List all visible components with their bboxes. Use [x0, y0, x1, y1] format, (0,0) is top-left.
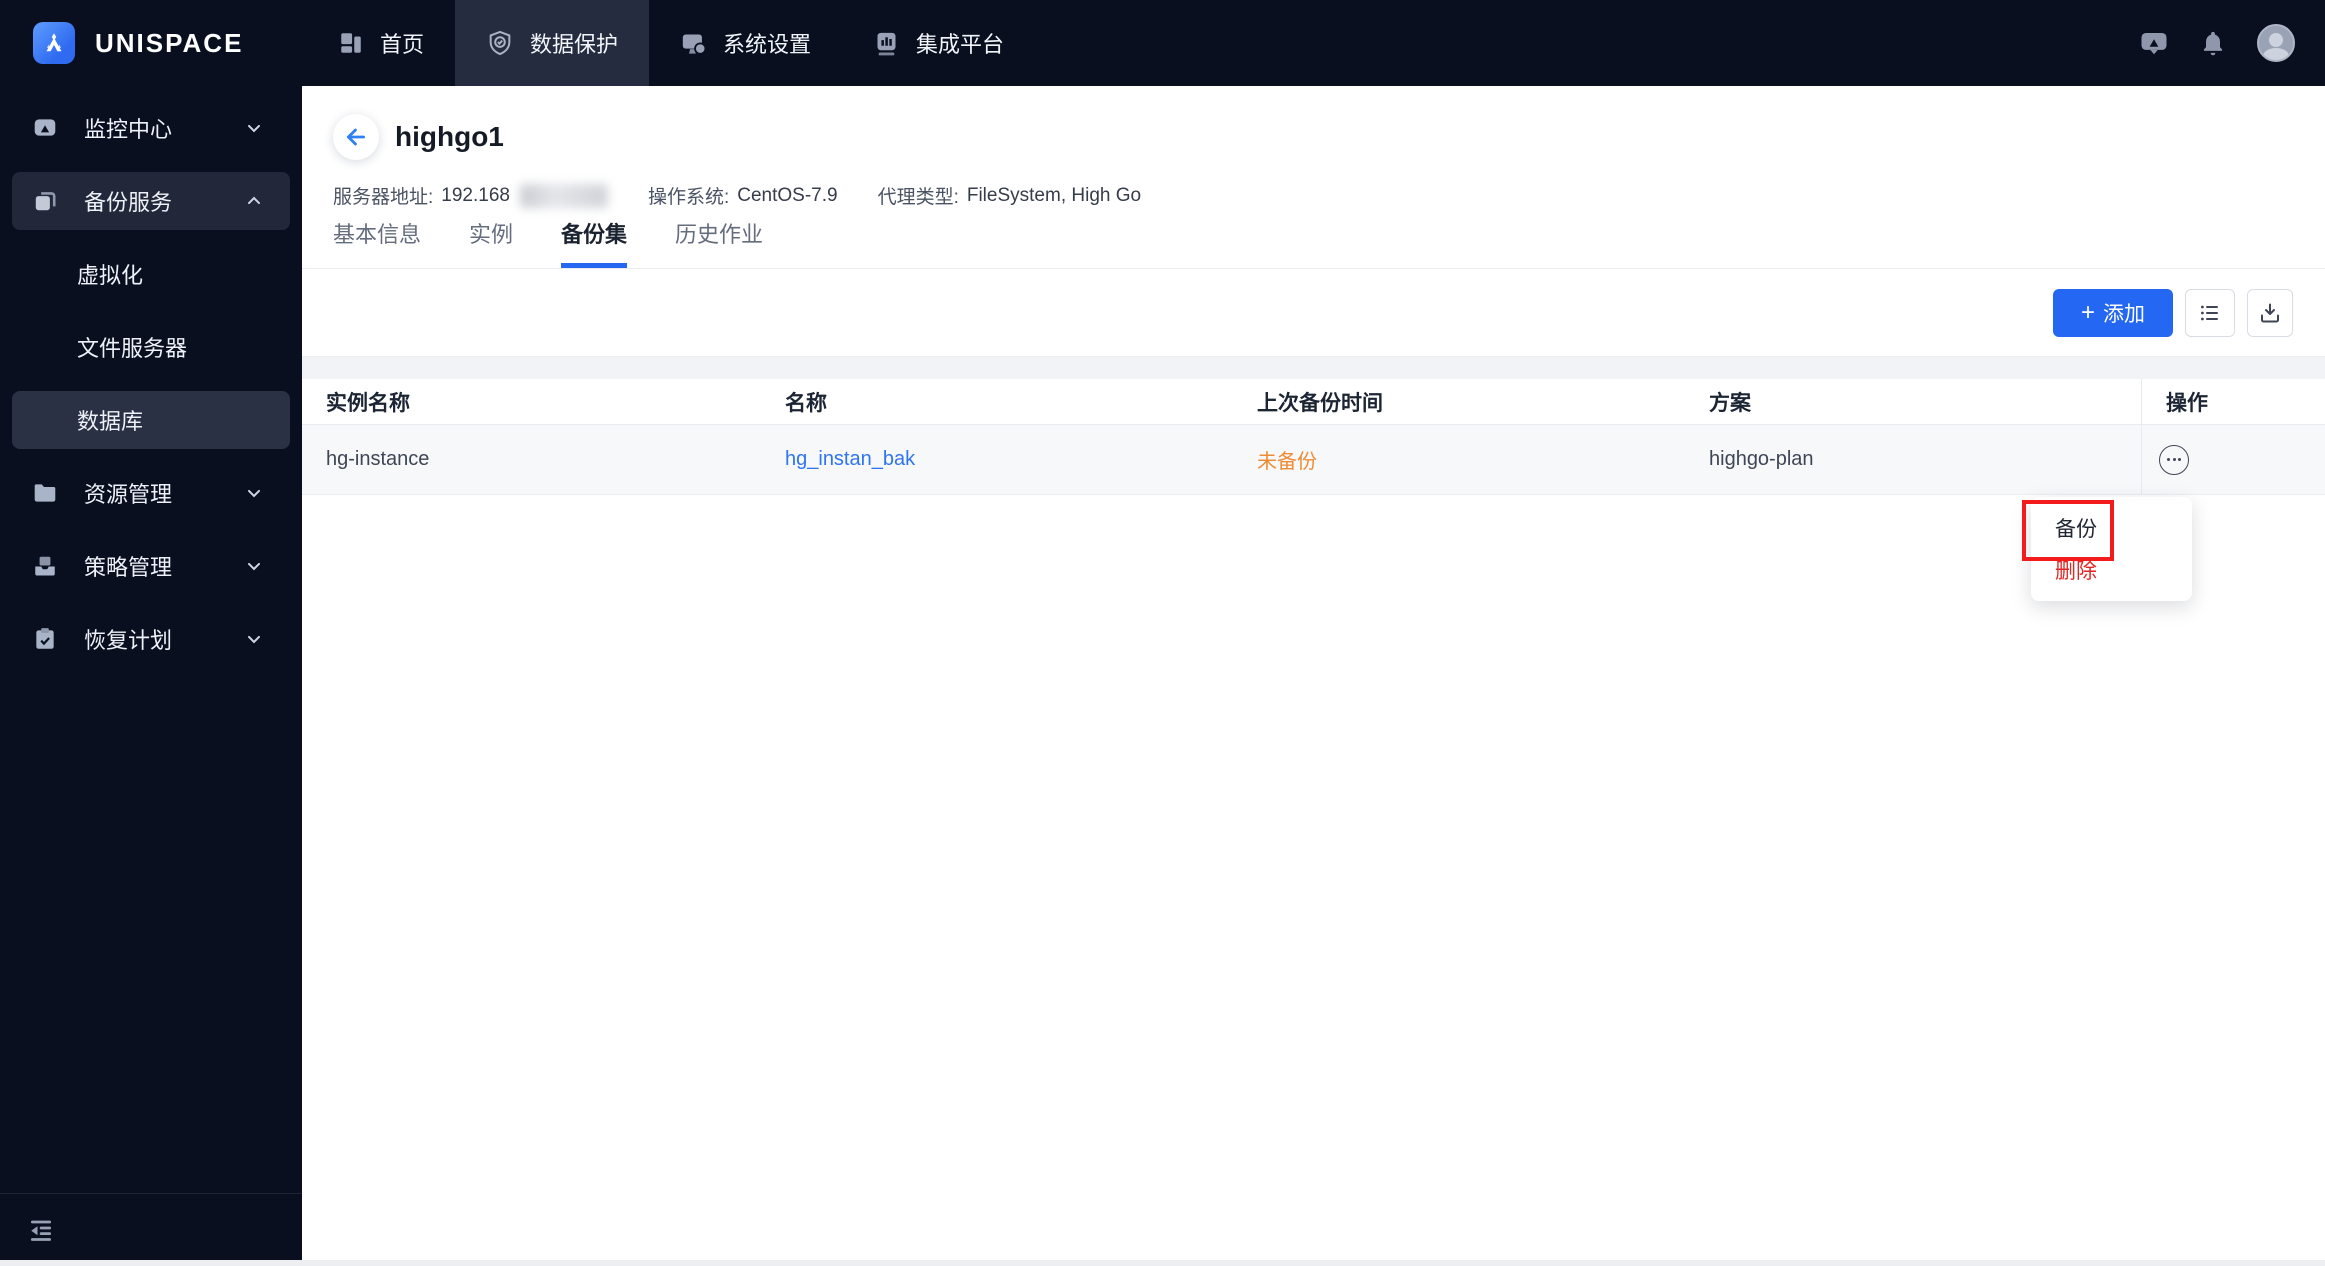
sidebar-item-label: 恢复计划: [84, 628, 173, 653]
sidebar-item-monitor-center[interactable]: 监控中心: [12, 99, 290, 157]
meta-os: 操作系统: CentOS-7.9: [647, 184, 838, 209]
message-icon[interactable]: [2139, 28, 2169, 58]
topnav-item-integration-platform[interactable]: 集成平台: [842, 0, 1035, 86]
tab-instances[interactable]: 实例: [469, 217, 513, 268]
column-header-plan: 方案: [1709, 391, 1751, 415]
topnav-item-data-protection[interactable]: 数据保护: [455, 0, 650, 86]
sidebar-item-label: 文件服务器: [77, 336, 188, 361]
dashboard-icon: [338, 30, 364, 56]
backup-service-icon: [32, 188, 60, 214]
cell-plan: highgo-plan: [1709, 448, 1814, 470]
sidebar-item-label: 数据库: [77, 409, 144, 434]
meta-server-address: 服务器地址: 192.168: [333, 182, 608, 209]
column-header-name: 名称: [785, 391, 827, 415]
meta-agent-type: 代理类型: FileSystem, High Go: [877, 184, 1142, 209]
cell-last-backup-status: 未备份: [1257, 451, 1317, 473]
policy-icon: [32, 553, 60, 579]
download-icon: [2258, 301, 2282, 325]
page-title: highgo1: [395, 121, 504, 152]
cell-instance-name: hg-instance: [326, 448, 430, 470]
tab-history-jobs[interactable]: 历史作业: [675, 217, 763, 268]
list-view-icon: [2198, 301, 2222, 325]
section-divider: [302, 357, 2325, 379]
plus-icon: +: [2080, 298, 2095, 326]
unispace-logo-icon: [33, 22, 75, 64]
chevron-down-icon: [244, 556, 264, 576]
integration-platform-icon: [873, 30, 900, 57]
topnav-label: 数据保护: [530, 32, 619, 57]
back-button[interactable]: [333, 114, 379, 160]
main-content: highgo1 服务器地址: 192.168 操作系统: CentOS-7.9 …: [302, 86, 2325, 1266]
sidebar-item-file-server[interactable]: 文件服务器: [12, 318, 290, 376]
topnav-item-system-settings[interactable]: 系统设置: [649, 0, 842, 86]
row-actions-ellipsis-icon[interactable]: [2159, 444, 2189, 475]
avatar[interactable]: [2257, 24, 2295, 62]
sidebar-item-label: 策略管理: [84, 555, 173, 580]
topnav-item-home[interactable]: 首页: [307, 0, 455, 86]
column-header-last-backup-time: 上次备份时间: [1257, 391, 1383, 415]
tab-basic-info[interactable]: 基本信息: [333, 217, 421, 268]
sidebar: 监控中心 备份服务 虚拟化 文件服务器 数据库 资源管理 策略管理 恢复计划: [0, 86, 302, 1266]
chevron-down-icon: [244, 629, 264, 649]
sidebar-item-recovery-plan[interactable]: 恢复计划: [12, 610, 290, 668]
shield-check-icon: [486, 29, 514, 57]
page-header: highgo1 服务器地址: 192.168 操作系统: CentOS-7.9 …: [302, 86, 2325, 209]
table-header-row: 实例名称 名称 上次备份时间 方案 操作: [302, 379, 2325, 425]
sidebar-item-backup-service[interactable]: 备份服务: [12, 172, 290, 230]
chevron-up-icon: [244, 191, 264, 211]
column-header-actions: 操作: [2141, 379, 2325, 424]
sidebar-item-label: 资源管理: [84, 482, 173, 507]
recovery-plan-icon: [32, 626, 60, 652]
redacted-ip-blur: [519, 183, 608, 208]
chevron-down-icon: [244, 118, 264, 138]
bell-icon[interactable]: [2199, 29, 2227, 57]
column-header-instance-name: 实例名称: [326, 391, 410, 415]
folder-icon: [32, 480, 60, 506]
sidebar-item-label: 虚拟化: [77, 263, 144, 288]
collapse-sidebar-icon[interactable]: [26, 1215, 56, 1245]
brand-name: UNISPACE: [95, 27, 244, 58]
detail-tabs: 基本信息 实例 备份集 历史作业: [302, 222, 2325, 269]
monitor-center-icon: [32, 115, 60, 141]
topbar-right: [2139, 0, 2295, 86]
sidebar-item-virtualization[interactable]: 虚拟化: [12, 245, 290, 303]
chevron-down-icon: [244, 483, 264, 503]
menu-item-delete[interactable]: 删除: [2031, 549, 2192, 591]
topnav-label: 集成平台: [916, 32, 1005, 57]
table-toolbar: + 添加: [302, 269, 2325, 357]
sidebar-item-resource-management[interactable]: 资源管理: [12, 464, 290, 522]
sidebar-footer: [0, 1193, 302, 1266]
system-settings-icon: [680, 30, 707, 57]
sidebar-item-policy-management[interactable]: 策略管理: [12, 537, 290, 595]
server-meta: 服务器地址: 192.168 操作系统: CentOS-7.9 代理类型: Fi…: [333, 182, 2325, 209]
topbar: UNISPACE 首页 数据保护 系统设置 集成平台: [0, 0, 2325, 86]
list-view-button[interactable]: [2185, 288, 2235, 337]
brand: UNISPACE: [0, 0, 302, 86]
download-button[interactable]: [2247, 288, 2293, 337]
sidebar-item-label: 备份服务: [84, 190, 173, 215]
backup-set-table: 实例名称 名称 上次备份时间 方案 操作 hg-instance hg_inst…: [302, 379, 2325, 495]
add-button[interactable]: + 添加: [2053, 288, 2173, 337]
row-actions-menu: 备份 删除: [2031, 497, 2192, 601]
sidebar-item-database[interactable]: 数据库: [12, 391, 290, 449]
cell-name-link[interactable]: hg_instan_bak: [785, 448, 915, 470]
table-row: hg-instance hg_instan_bak 未备份 highgo-pla…: [302, 425, 2325, 495]
topnav-label: 首页: [380, 32, 425, 57]
menu-item-backup[interactable]: 备份: [2031, 507, 2192, 549]
bottom-edge-strip: [0, 1260, 2325, 1266]
topnav-label: 系统设置: [723, 32, 812, 57]
tab-backup-sets[interactable]: 备份集: [561, 217, 628, 268]
sidebar-item-label: 监控中心: [84, 117, 173, 142]
top-navigation: 首页 数据保护 系统设置 集成平台: [307, 0, 1035, 86]
